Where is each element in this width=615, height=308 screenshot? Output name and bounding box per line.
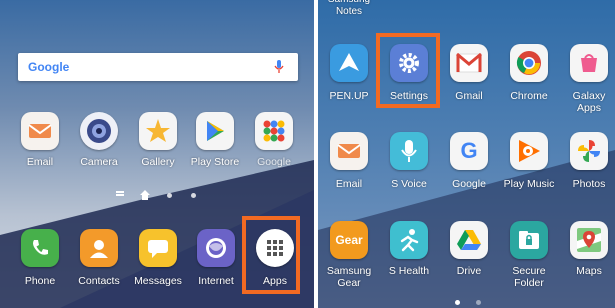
dock-app-phone-label: Phone xyxy=(24,275,56,287)
drawer-app-google-label: Google xyxy=(452,178,486,190)
mic-icon[interactable] xyxy=(274,60,284,74)
home-app-play-store-label: Play Store xyxy=(190,156,240,168)
penup-icon xyxy=(330,44,368,82)
play-store-icon xyxy=(196,112,234,150)
google-g-glyph: G xyxy=(460,138,478,163)
email-icon xyxy=(330,132,368,170)
apps-highlight-box xyxy=(242,216,300,294)
apps-screen: Samsung Notes PEN.UP Settings Gmail Chro… xyxy=(318,0,615,308)
drawer-app-drive-label: Drive xyxy=(456,265,482,277)
drawer-app-galaxy-apps-label: Galaxy Apps xyxy=(562,90,615,114)
phone-icon xyxy=(21,229,59,267)
photos-icon xyxy=(570,132,608,170)
samsung-gear-line-2: Gear xyxy=(337,277,361,289)
camera-icon xyxy=(80,112,118,150)
messages-icon xyxy=(139,229,177,267)
drive-icon xyxy=(450,221,488,259)
galaxy-label-line-1: Galaxy xyxy=(572,90,606,102)
internet-icon xyxy=(197,229,235,267)
page-indicator xyxy=(116,190,196,200)
drawer-app-photos-label: Photos xyxy=(572,178,606,190)
drawer-app-samsung-gear-label: Samsung Gear xyxy=(319,265,379,289)
home-page-icon xyxy=(140,190,150,200)
email-icon xyxy=(21,112,59,150)
drawer-page-dot xyxy=(476,300,481,305)
home-app-email-label: Email xyxy=(26,156,54,168)
page-dot xyxy=(167,193,172,198)
drawer-app-secure-folder-label: Secure Folder xyxy=(499,265,559,289)
dock-app-contacts-label: Contacts xyxy=(78,275,120,287)
drawer-app-shealth-label: S Health xyxy=(388,265,430,277)
secure-folder-line-1: Secure xyxy=(512,265,546,277)
shealth-icon xyxy=(390,221,428,259)
drawer-app-gmail-label: Gmail xyxy=(455,90,483,102)
secure-folder-line-2: Folder xyxy=(514,277,544,289)
home-lines-icon xyxy=(116,191,124,193)
gallery-icon xyxy=(139,112,177,150)
drawer-app-chrome-label: Chrome xyxy=(510,90,548,102)
play-music-icon xyxy=(510,132,548,170)
home-screen: Google Email Camera Gallery Play Store G… xyxy=(0,0,314,308)
samsung-gear-line-1: Samsung xyxy=(326,265,372,277)
gmail-icon xyxy=(450,44,488,82)
google-icon: G xyxy=(450,132,488,170)
page-dot xyxy=(191,193,196,198)
google-logo: Google xyxy=(28,60,70,74)
gear-app-icon: Gear xyxy=(330,221,368,259)
drawer-page-dot-active xyxy=(455,300,460,305)
galaxy-apps-icon xyxy=(570,44,608,82)
home-app-google-label: Google xyxy=(257,156,291,168)
chrome-icon xyxy=(510,44,548,82)
galaxy-label-line-2: Apps xyxy=(577,102,601,114)
drawer-app-email-label: Email xyxy=(335,178,363,190)
home-app-camera-label: Camera xyxy=(80,156,118,168)
gear-wordmark: Gear xyxy=(335,233,363,247)
partial-app-label: Samsung Notes xyxy=(328,0,370,17)
drawer-app-play-music-label: Play Music xyxy=(503,178,555,190)
dock-app-messages-label: Messages xyxy=(134,275,182,287)
drawer-app-svoice-label: S Voice xyxy=(391,178,427,190)
svoice-icon xyxy=(390,132,428,170)
home-app-gallery-label: Gallery xyxy=(141,156,175,168)
maps-icon xyxy=(570,221,608,259)
drawer-app-penup-label: PEN.UP xyxy=(329,90,369,102)
contacts-icon xyxy=(80,229,118,267)
dock-app-internet-label: Internet xyxy=(198,275,234,287)
settings-highlight-box xyxy=(376,33,440,108)
secure-folder-icon xyxy=(510,221,548,259)
google-search-bar[interactable]: Google xyxy=(18,53,298,81)
drawer-app-maps-label: Maps xyxy=(576,265,602,277)
google-folder-icon xyxy=(255,112,293,150)
